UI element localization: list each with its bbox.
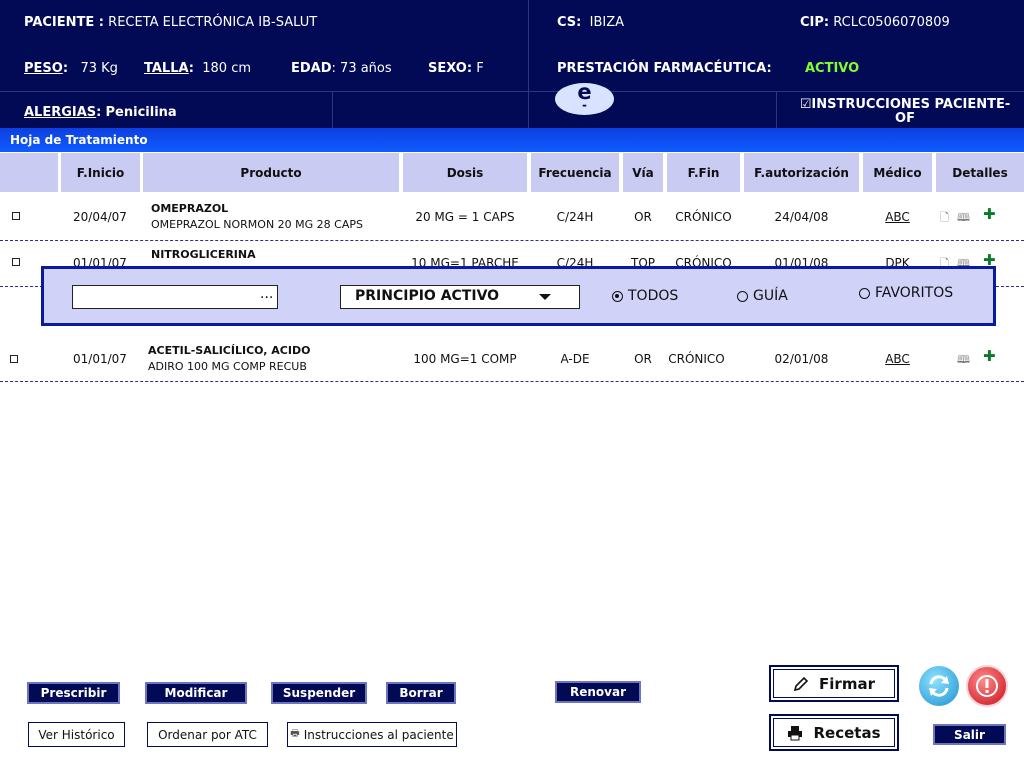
patient-height: TALLA: 180 cm xyxy=(144,61,252,76)
pharmacy-status-value: ACTIVO xyxy=(805,61,860,76)
instrucciones-label: Instrucciones al paciente xyxy=(303,727,454,742)
instrucciones-paciente-button[interactable]: 🖶 Instrucciones al paciente xyxy=(287,722,457,747)
row-checkbox[interactable] xyxy=(12,258,20,266)
renovar-button[interactable]: Renovar xyxy=(555,681,641,703)
radio-guia[interactable]: GUÍA xyxy=(737,288,788,304)
pharmacy-status-label: PRESTACIÓN FARMACÉUTICA: xyxy=(557,61,772,76)
search-type-value: PRINCIPIO ACTIVO xyxy=(355,288,500,304)
cell-principio: NITROGLICERINA xyxy=(151,248,256,261)
suspender-button[interactable]: Suspender xyxy=(271,682,367,704)
ordenar-atc-button[interactable]: Ordenar por ATC xyxy=(147,722,268,747)
cell-marca: OMEPRAZOL NORMON 20 MG 28 CAPS xyxy=(151,218,363,231)
row-checkbox[interactable] xyxy=(10,355,18,363)
radio-unchecked-icon xyxy=(737,290,748,302)
radio-todos[interactable]: TODOS xyxy=(612,288,678,304)
cell-via: OR xyxy=(634,352,652,366)
patient-weight: PESO: 73 Kg xyxy=(24,61,118,76)
chevron-down-icon xyxy=(539,294,551,300)
radio-guia-label: GUÍA xyxy=(753,288,788,304)
column-via[interactable]: Vía xyxy=(623,153,663,192)
salir-button[interactable]: Salir xyxy=(933,724,1006,745)
cell-dosis: 100 MG=1 COMP xyxy=(413,352,517,366)
health-center: CS: IBIZA xyxy=(557,15,624,30)
printer-icon: 🖶 xyxy=(290,728,300,739)
ver-historico-button[interactable]: Ver Histórico xyxy=(28,722,125,747)
prescribir-button[interactable]: Prescribir xyxy=(27,682,120,704)
firmar-button[interactable]: Firmar xyxy=(769,665,899,702)
cell-principio: ACETIL-SALICÍLICO, ACIDO xyxy=(148,344,311,357)
column-frecuencia[interactable]: Frecuencia xyxy=(531,153,619,192)
cell-fin: CRÓNICO xyxy=(668,352,725,366)
section-title: Hoja de Tratamiento xyxy=(0,128,1024,152)
search-browse-button[interactable]: ... xyxy=(260,286,273,302)
column-medico[interactable]: Médico xyxy=(863,153,932,192)
cell-frecuencia: A-DE xyxy=(560,352,590,366)
patient-age: EDAD: 73 años xyxy=(291,61,392,76)
cell-fin: CRÓNICO xyxy=(675,210,732,224)
column-detalles[interactable]: Detalles xyxy=(936,153,1024,192)
refresh-icon[interactable] xyxy=(919,666,959,706)
patient-header: PACIENTE : RECETA ELECTRÓNICA IB-SALUT C… xyxy=(0,0,1024,128)
borrar-button[interactable]: Borrar xyxy=(386,682,456,704)
row-checkbox[interactable] xyxy=(12,212,20,220)
radio-unchecked-icon xyxy=(859,287,870,299)
cell-autorizacion: 24/04/08 xyxy=(774,210,829,224)
radio-favoritos[interactable]: FAVORITOS xyxy=(859,285,953,301)
cell-inicio: 20/04/07 xyxy=(73,210,127,224)
table-row[interactable]: 01/01/07 ACETIL-SALICÍLICO, ACIDO ADIRO … xyxy=(0,336,1024,382)
column-select xyxy=(0,153,58,192)
column-fecha-inicio[interactable]: F.Inicio xyxy=(61,153,140,192)
plus-icon[interactable]: ✚ xyxy=(983,205,996,223)
radio-todos-label: TODOS xyxy=(628,288,679,304)
book-icon[interactable]: 🕮 xyxy=(957,209,970,228)
drug-search-panel: ... PRINCIPIO ACTIVO TODOS GUÍA FAVORITO… xyxy=(41,266,996,326)
column-fecha-autorizacion[interactable]: F.autorización xyxy=(744,153,859,192)
patient-cip: CIP: RCLC0506070809 xyxy=(800,15,950,30)
column-producto[interactable]: Producto xyxy=(143,153,399,192)
radio-favoritos-label: FAVORITOS xyxy=(875,285,954,301)
recetas-label: Recetas xyxy=(813,723,881,742)
alert-icon[interactable] xyxy=(966,665,1008,707)
radio-checked-icon xyxy=(612,290,623,302)
document-icon[interactable]: 🗋 xyxy=(940,209,949,228)
book-icon[interactable]: 🕮 xyxy=(957,351,970,370)
patient-sex: SEXO: F xyxy=(428,61,484,76)
cell-autorizacion: 02/01/08 xyxy=(774,352,829,366)
table-row[interactable]: 20/04/07 OMEPRAZOL OMEPRAZOL NORMON 20 M… xyxy=(0,195,1024,241)
printer-icon xyxy=(788,725,803,740)
cell-medico[interactable]: ABC xyxy=(863,352,932,366)
cell-dosis: 20 MG = 1 CAPS xyxy=(415,210,515,224)
drug-search-input[interactable] xyxy=(72,285,278,309)
cell-medico[interactable]: ABC xyxy=(863,210,932,224)
column-dosis[interactable]: Dosis xyxy=(403,153,527,192)
cell-frecuencia: C/24H xyxy=(556,210,594,224)
table-header: F.Inicio Producto Dosis Frecuencia Vía F… xyxy=(0,153,1024,192)
cell-marca: ADIRO 100 MG COMP RECUB xyxy=(148,360,307,373)
firmar-label: Firmar xyxy=(819,674,875,693)
patient-name: PACIENTE : RECETA ELECTRÓNICA IB-SALUT xyxy=(24,15,318,30)
modificar-button[interactable]: Modificar xyxy=(145,682,247,704)
pencil-icon xyxy=(793,676,809,691)
plus-icon[interactable]: ✚ xyxy=(983,347,996,365)
cell-via: OR xyxy=(634,210,652,224)
cell-principio: OMEPRAZOL xyxy=(151,202,229,215)
search-type-select[interactable]: PRINCIPIO ACTIVO xyxy=(340,285,580,309)
e-receta-logo: e - xyxy=(555,83,614,115)
patient-allergies: ALERGIAS: Penicilina xyxy=(24,105,177,120)
patient-instructions-toggle[interactable]: ☑INSTRUCCIONES PACIENTE- OF xyxy=(790,98,1020,126)
cell-inicio: 01/01/07 xyxy=(73,352,127,366)
column-fecha-fin[interactable]: F.Fin xyxy=(667,153,740,192)
recetas-button[interactable]: Recetas xyxy=(769,714,899,751)
